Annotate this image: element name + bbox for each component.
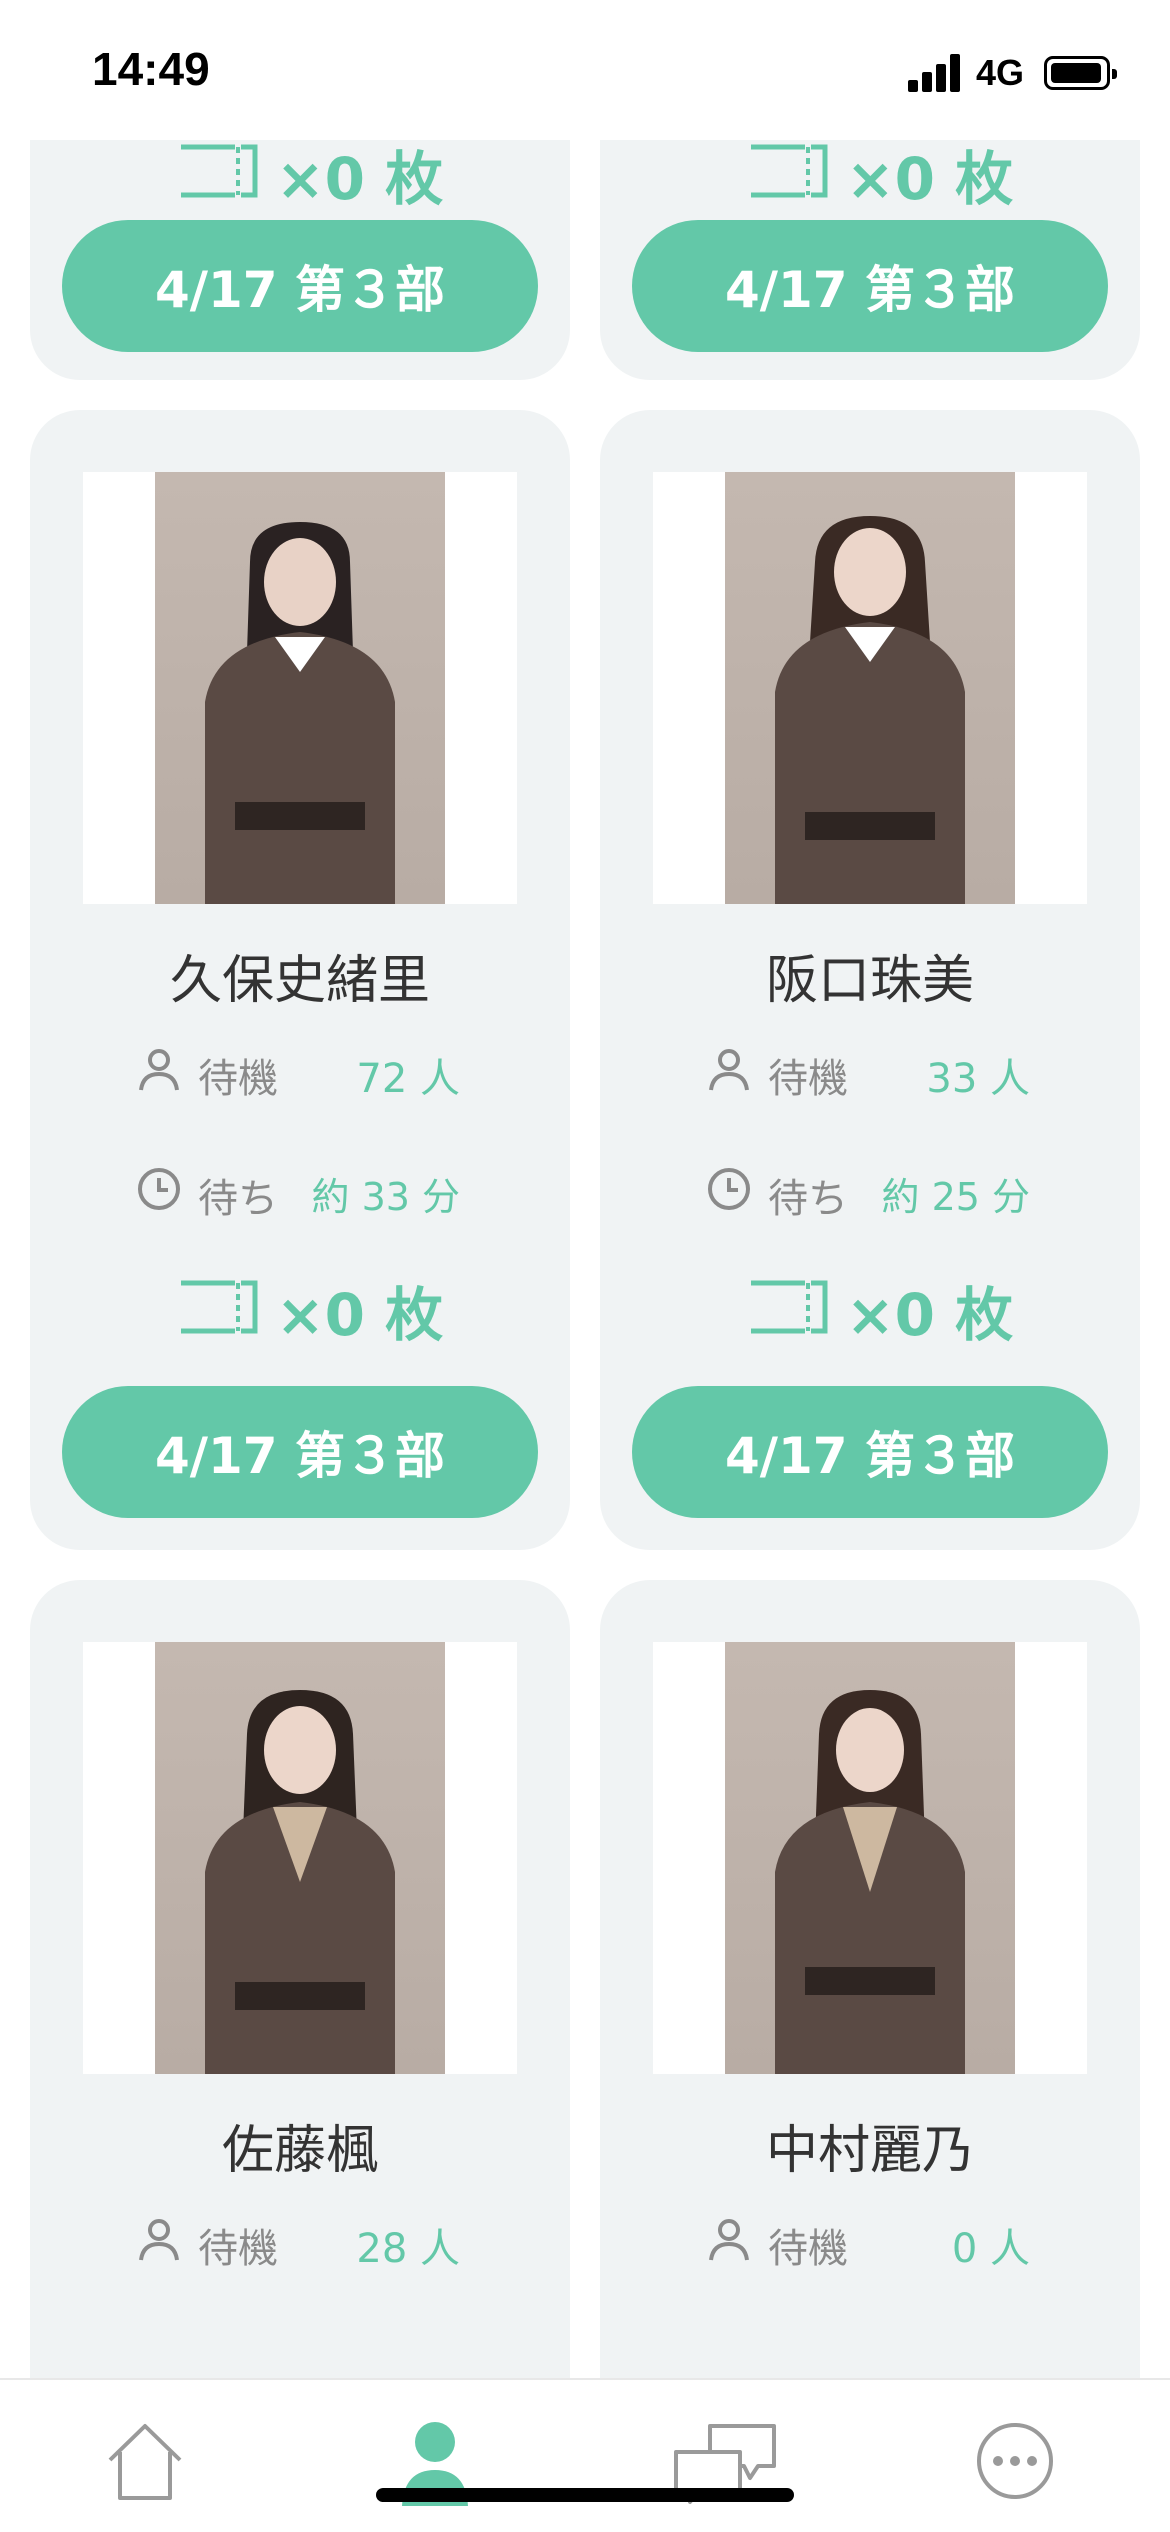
member-card[interactable]: 中村麗乃 待機 0 人 — [600, 1580, 1140, 2380]
wait-time: 約 25 分 — [881, 1175, 1030, 1219]
waiting-count: 72 人 — [356, 1056, 460, 1102]
member-card[interactable]: 久保史緒里 待機 72 人 待ち 約 33 分 ×0 枚 4/17 第３部 — [30, 410, 570, 1550]
member-name: 佐藤楓 — [221, 2121, 378, 2181]
battery-icon — [1044, 56, 1117, 90]
wait-time-row: 待ち 約 33 分 — [30, 1160, 570, 1222]
network-type: 4G — [976, 52, 1025, 93]
person-icon — [709, 2219, 749, 2261]
session-button[interactable]: 4/17 第３部 — [632, 1386, 1108, 1518]
tab-home[interactable] — [100, 2416, 190, 2506]
status-bar: 14:49 4G — [0, 0, 1170, 140]
session-button[interactable]: 4/17 第３部 — [62, 1386, 538, 1518]
ticket-count-value: ×0 枚 — [276, 145, 444, 213]
member-card[interactable]: 阪口珠美 待機 33 人 待ち 約 25 分 ×0 枚 4/17 第３部 — [600, 410, 1140, 1550]
tab-more[interactable] — [970, 2416, 1060, 2506]
member-photo-frame — [653, 472, 1087, 904]
ticket-count: ×0 枚 — [30, 132, 570, 213]
member-photo — [155, 472, 445, 904]
waiting-row: 待機 0 人 — [600, 2210, 1140, 2272]
member-name: 阪口珠美 — [765, 951, 974, 1011]
wait-time-label: 待ち — [198, 1176, 278, 1222]
home-icon — [108, 2424, 182, 2500]
waiting-label: 待機 — [198, 2226, 278, 2272]
member-photo-frame — [653, 1642, 1087, 2074]
ticket-count: ×0 枚 — [600, 132, 1140, 213]
session-button[interactable]: 4/17 第３部 — [62, 220, 538, 352]
ticket-count-value: ×0 枚 — [846, 145, 1014, 213]
waiting-row: 待機 28 人 — [30, 2210, 570, 2272]
wait-time-row: 待ち 約 25 分 — [600, 1160, 1140, 1222]
member-card[interactable]: 佐藤楓 待機 28 人 — [30, 1580, 570, 2380]
tab-bar — [0, 2378, 1170, 2532]
ticket-icon — [751, 144, 828, 198]
ticket-count-value: ×0 枚 — [846, 1281, 1014, 1349]
home-indicator — [376, 2488, 794, 2502]
ticket-icon — [751, 1280, 828, 1334]
wait-time: 約 33 分 — [311, 1175, 460, 1219]
member-photo — [725, 472, 1015, 904]
more-icon — [977, 2423, 1053, 2499]
member-photo — [155, 1642, 445, 2074]
waiting-label: 待機 — [768, 1056, 848, 1102]
person-icon — [139, 1049, 179, 1091]
clock-icon — [708, 1168, 750, 1210]
person-icon — [709, 1049, 749, 1091]
wait-time-label: 待ち — [768, 1176, 848, 1222]
member-photo-frame — [83, 472, 517, 904]
status-time: 14:49 — [92, 43, 210, 95]
waiting-count: 28 人 — [356, 2226, 460, 2272]
member-name: 久保史緒里 — [169, 951, 430, 1011]
ticket-icon — [181, 1280, 258, 1334]
ticket-count: ×0 枚 — [30, 1268, 570, 1349]
member-name: 中村麗乃 — [765, 2121, 974, 2181]
waiting-label: 待機 — [768, 2226, 848, 2272]
signal-icon — [908, 52, 964, 92]
person-icon — [139, 2219, 179, 2261]
member-grid: ×0 枚 4/17 第３部 ×0 枚 4/17 第３部 久保史緒里 待機 72 … — [0, 0, 1170, 2380]
waiting-count: 33 人 — [926, 1056, 1030, 1102]
ticket-count-value: ×0 枚 — [276, 1281, 444, 1349]
waiting-row: 待機 33 人 — [600, 1040, 1140, 1102]
session-button[interactable]: 4/17 第３部 — [632, 220, 1108, 352]
ticket-icon — [181, 144, 258, 198]
clock-icon — [138, 1168, 180, 1210]
waiting-count: 0 人 — [951, 2226, 1030, 2272]
waiting-label: 待機 — [198, 1056, 278, 1102]
waiting-row: 待機 72 人 — [30, 1040, 570, 1102]
ticket-count: ×0 枚 — [600, 1268, 1140, 1349]
member-photo — [725, 1642, 1015, 2074]
member-photo-frame — [83, 1642, 517, 2074]
